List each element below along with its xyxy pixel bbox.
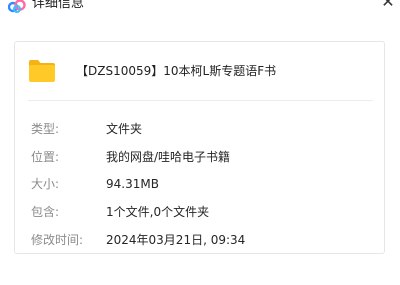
window-title: 详细信息 xyxy=(32,0,85,11)
divider xyxy=(28,100,373,101)
type-value: 文件夹 xyxy=(106,122,143,136)
modified-time-label: 修改时间: xyxy=(31,233,84,247)
contains-value: 1个文件,0个文件夹 xyxy=(106,205,210,219)
contains-label: 包含: xyxy=(31,205,60,219)
location-value: 我的网盘/哇哈电子书籍 xyxy=(106,150,231,164)
type-label: 类型: xyxy=(31,122,60,136)
size-value: 94.31MB xyxy=(106,177,159,191)
size-label: 大小: xyxy=(31,177,60,191)
modified-time-value: 2024年03月21日, 09:34 xyxy=(106,233,246,247)
close-icon[interactable]: ✕ xyxy=(380,0,396,10)
cloud-logo-icon xyxy=(7,0,26,13)
title-bar: 详细信息 ✕ xyxy=(0,0,400,18)
folder-icon xyxy=(28,57,56,83)
location-label: 位置: xyxy=(31,150,60,164)
details-card: 【DZS10059】10本柯L斯专题语F书 类型: 文件夹 位置: 我的网盘/哇… xyxy=(14,41,385,254)
file-name: 【DZS10059】10本柯L斯专题语F书 xyxy=(76,64,277,78)
